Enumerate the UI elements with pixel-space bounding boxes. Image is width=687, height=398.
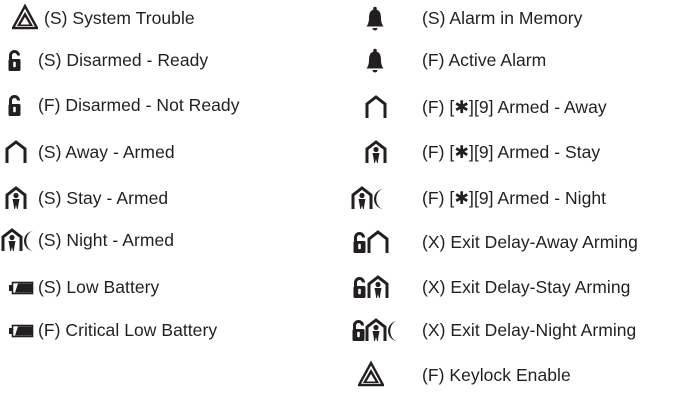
legend-item-keylock-enable: (F) Keylock Enable bbox=[350, 360, 687, 390]
house-stay-icon bbox=[367, 275, 389, 298]
moon-icon bbox=[388, 321, 398, 341]
legend-label: (F) Critical Low Battery bbox=[38, 320, 218, 340]
legend-item-armed-away: (F) [✱][9] Armed - Away bbox=[350, 92, 687, 122]
warning-triangle-icon bbox=[358, 360, 384, 387]
legend-item-low-battery: (S) Low Battery bbox=[0, 272, 330, 302]
unlocked-padlock-icon bbox=[8, 95, 21, 116]
battery-low-icon bbox=[9, 324, 34, 338]
legend-item-exit-delay-stay: (X) Exit Delay-Stay Arming bbox=[350, 272, 687, 302]
house-stay-icon bbox=[365, 140, 387, 163]
house-away-icon bbox=[5, 140, 27, 163]
legend-label: (S) Alarm in Memory bbox=[422, 8, 583, 28]
legend-item-stay-armed: (S) Stay - Armed bbox=[0, 183, 330, 213]
legend-label: (F) Active Alarm bbox=[422, 50, 547, 70]
legend-item-alarm-in-memory: (S) Alarm in Memory bbox=[350, 3, 687, 33]
legend-item-critical-low-battery: (F) Critical Low Battery bbox=[0, 315, 330, 345]
moon-icon bbox=[24, 231, 34, 251]
house-stay-icon bbox=[5, 186, 27, 209]
legend-label: (S) Low Battery bbox=[38, 277, 160, 297]
legend-item-exit-delay-night: (X) Exit Delay-Night Arming bbox=[350, 315, 687, 345]
legend-item-active-alarm: (F) Active Alarm bbox=[350, 45, 687, 75]
house-stay-icon bbox=[365, 318, 387, 341]
warning-triangle-icon bbox=[12, 3, 38, 30]
unlocked-padlock-icon bbox=[353, 232, 366, 253]
house-away-icon bbox=[365, 95, 387, 118]
legend-label: (S) System Trouble bbox=[44, 8, 195, 28]
bell-icon bbox=[366, 48, 384, 73]
legend-label: (X) Exit Delay-Stay Arming bbox=[422, 277, 631, 297]
legend-label: (F) Disarmed - Not Ready bbox=[38, 95, 240, 115]
legend-label: (S) Disarmed - Ready bbox=[38, 50, 209, 70]
legend-item-system-trouble: (S) System Trouble bbox=[0, 3, 330, 33]
battery-low-icon bbox=[9, 281, 34, 295]
legend-label: (X) Exit Delay-Night Arming bbox=[422, 320, 637, 340]
legend-item-away-armed: (S) Away - Armed bbox=[0, 137, 330, 167]
bell-icon bbox=[366, 6, 384, 31]
legend-item-armed-night: (F) [✱][9] Armed - Night bbox=[350, 183, 687, 213]
legend-label: (S) Night - Armed bbox=[38, 230, 175, 250]
legend-item-armed-stay: (F) [✱][9] Armed - Stay bbox=[350, 137, 687, 167]
legend-item-exit-delay-away: (X) Exit Delay-Away Arming bbox=[350, 227, 687, 257]
house-stay-icon bbox=[1, 228, 23, 251]
legend-label: (X) Exit Delay-Away Arming bbox=[422, 232, 638, 252]
moon-icon bbox=[374, 189, 384, 209]
legend-item-disarmed-not-ready: (F) Disarmed - Not Ready bbox=[0, 90, 330, 120]
house-away-icon bbox=[367, 230, 389, 253]
legend-label: (F) [✱][9] Armed - Stay bbox=[422, 142, 601, 162]
legend-label: (F) [✱][9] Armed - Night bbox=[422, 188, 607, 208]
legend-item-disarmed-ready: (S) Disarmed - Ready bbox=[0, 45, 330, 75]
unlocked-padlock-icon bbox=[8, 50, 21, 71]
legend-label: (F) [✱][9] Armed - Away bbox=[422, 97, 607, 117]
unlocked-padlock-icon bbox=[353, 277, 366, 298]
legend-label: (S) Stay - Armed bbox=[38, 188, 169, 208]
legend-item-night-armed: (S) Night - Armed bbox=[0, 225, 330, 255]
legend-label: (F) Keylock Enable bbox=[422, 365, 571, 385]
legend-label: (S) Away - Armed bbox=[38, 142, 175, 162]
house-stay-icon bbox=[351, 186, 373, 209]
